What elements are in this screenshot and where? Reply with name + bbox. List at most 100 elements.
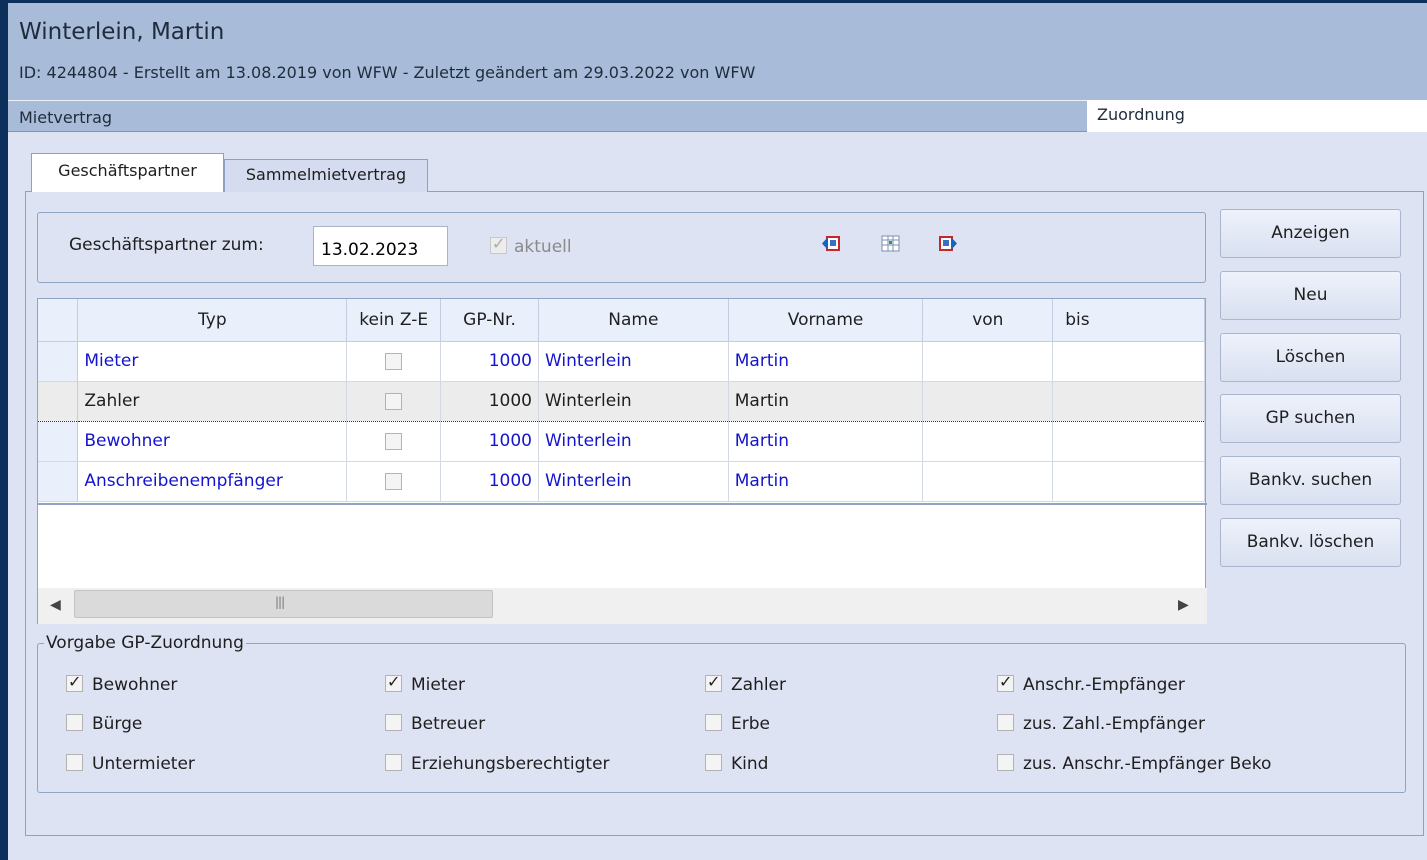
column-header-kein-ze[interactable]: kein Z-E (346, 299, 442, 342)
cell-gp-nr[interactable]: 1000 (440, 421, 539, 462)
column-header-vorname[interactable]: Vorname (728, 299, 924, 342)
option-checkbox[interactable] (66, 672, 83, 692)
option-label: Erziehungsberechtigter (411, 754, 610, 774)
table-row[interactable]: Bewohner 1000 Winterlein Martin (38, 421, 1205, 462)
column-header-bis[interactable]: bis (1052, 299, 1205, 342)
row-indicator[interactable] (38, 421, 79, 462)
bankv-loeschen-button[interactable]: Bankv. löschen (1220, 518, 1401, 567)
cell-gp-nr[interactable]: 1000 (440, 461, 539, 502)
scrollbar-grip-icon: ||| (275, 595, 285, 609)
option-erbe[interactable]: Erbe (705, 714, 770, 734)
row-indicator[interactable] (38, 341, 79, 382)
cell-bis[interactable] (1052, 341, 1205, 382)
option-untermieter[interactable]: Untermieter (66, 754, 195, 774)
scroll-right-icon[interactable]: ▶ (1178, 597, 1189, 613)
cell-bis[interactable] (1052, 461, 1205, 502)
cell-vorname[interactable]: Martin (728, 421, 924, 462)
section-tab-zuordnung[interactable]: Zuordnung (1087, 100, 1427, 132)
option-checkbox[interactable] (997, 672, 1014, 692)
cell-typ[interactable]: Anschreibenempfänger (77, 461, 348, 502)
option-erziehungsberechtigter[interactable]: Erziehungsberechtigter (385, 754, 610, 774)
option-checkbox[interactable] (66, 714, 83, 731)
cell-kein-ze[interactable] (346, 380, 442, 422)
aktuell-checkbox-box[interactable] (490, 234, 507, 254)
option-checkbox[interactable] (385, 672, 402, 692)
option-checkbox[interactable] (997, 754, 1014, 771)
option-zahler[interactable]: Zahler (705, 672, 786, 695)
cell-typ[interactable]: Mieter (77, 341, 348, 382)
option-buerge[interactable]: Bürge (66, 714, 142, 734)
kein-ze-checkbox[interactable] (385, 352, 403, 370)
cell-von[interactable] (922, 421, 1054, 462)
cell-von[interactable] (922, 380, 1054, 422)
section-bar-mietvertrag[interactable]: Mietvertrag (8, 100, 1087, 132)
cell-bis[interactable] (1052, 421, 1205, 462)
option-betreuer[interactable]: Betreuer (385, 714, 485, 734)
row-indicator[interactable] (38, 461, 79, 502)
record-header: Winterlein, Martin ID: 4244804 - Erstell… (8, 3, 1427, 100)
option-checkbox[interactable] (997, 714, 1014, 731)
column-header-typ[interactable]: Typ (77, 299, 348, 342)
option-zus-anschr-empfaenger-beko[interactable]: zus. Anschr.-Empfänger Beko (997, 754, 1271, 774)
cell-bis[interactable] (1052, 380, 1205, 422)
column-header-gp-nr[interactable]: GP-Nr. (440, 299, 539, 342)
partner-grid[interactable]: Typ kein Z-E GP-Nr. Name Vorname von bis… (37, 298, 1207, 624)
option-checkbox[interactable] (385, 714, 402, 731)
tab-geschaeftspartner[interactable]: Geschäftspartner (31, 153, 224, 192)
option-checkbox[interactable] (66, 754, 83, 771)
kein-ze-checkbox[interactable] (385, 432, 403, 450)
cell-vorname[interactable]: Martin (728, 461, 924, 502)
option-checkbox[interactable] (705, 754, 722, 771)
neu-button[interactable]: Neu (1220, 271, 1401, 320)
calendar-grid-icon[interactable] (881, 234, 900, 253)
option-anschr-empfaenger[interactable]: Anschr.-Empfänger (997, 672, 1185, 695)
column-header-von[interactable]: von (922, 299, 1054, 342)
option-mieter[interactable]: Mieter (385, 672, 465, 695)
column-header-name[interactable]: Name (538, 299, 729, 342)
cell-vorname[interactable]: Martin (728, 341, 924, 382)
vorgabe-legend: Vorgabe GP-Zuordnung (44, 633, 246, 653)
scroll-left-icon[interactable]: ◀ (50, 597, 61, 613)
bankv-suchen-button[interactable]: Bankv. suchen (1220, 456, 1401, 505)
cell-kein-ze[interactable] (346, 421, 442, 462)
cell-kein-ze[interactable] (346, 341, 442, 382)
cell-vorname[interactable]: Martin (728, 380, 924, 422)
kein-ze-checkbox[interactable] (385, 392, 403, 410)
loeschen-button[interactable]: Löschen (1220, 333, 1401, 382)
cell-gp-nr[interactable]: 1000 (440, 341, 539, 382)
row-indicator[interactable] (38, 380, 79, 422)
previous-period-icon[interactable] (822, 234, 841, 253)
tab-label: Sammelmietvertrag (245, 165, 407, 184)
horizontal-scrollbar[interactable]: ◀ ||| ▶ (38, 588, 1207, 624)
cell-gp-nr[interactable]: 1000 (440, 380, 539, 422)
option-checkbox[interactable] (705, 714, 722, 731)
option-zus-zahl-empfaenger[interactable]: zus. Zahl.-Empfänger (997, 714, 1205, 734)
date-field[interactable] (313, 226, 448, 266)
cell-von[interactable] (922, 461, 1054, 502)
table-row-selected[interactable]: Zahler 1000 Winterlein Martin (38, 380, 1205, 422)
anzeigen-button[interactable]: Anzeigen (1220, 209, 1401, 258)
option-checkbox[interactable] (705, 672, 722, 692)
cell-name[interactable]: Winterlein (538, 421, 729, 462)
scrollbar-thumb[interactable]: ||| (74, 590, 493, 618)
kein-ze-checkbox[interactable] (385, 472, 403, 490)
gp-suchen-button[interactable]: GP suchen (1220, 394, 1401, 443)
cell-typ[interactable]: Zahler (77, 380, 348, 422)
record-subtitle: ID: 4244804 - Erstellt am 13.08.2019 von… (19, 63, 756, 82)
option-bewohner[interactable]: Bewohner (66, 672, 177, 695)
cell-kein-ze[interactable] (346, 461, 442, 502)
tab-sammelmietvertrag[interactable]: Sammelmietvertrag (224, 159, 428, 192)
option-label: Bürge (92, 714, 143, 734)
aktuell-checkbox[interactable]: aktuell (490, 234, 572, 257)
option-label: Untermieter (92, 754, 195, 774)
option-kind[interactable]: Kind (705, 754, 768, 774)
next-period-icon[interactable] (938, 234, 957, 253)
cell-typ[interactable]: Bewohner (77, 421, 348, 462)
cell-name[interactable]: Winterlein (538, 380, 729, 422)
table-row[interactable]: Anschreibenempfänger 1000 Winterlein Mar… (38, 461, 1205, 502)
cell-name[interactable]: Winterlein (538, 341, 729, 382)
table-row[interactable]: Mieter 1000 Winterlein Martin (38, 341, 1205, 382)
cell-von[interactable] (922, 341, 1054, 382)
option-checkbox[interactable] (385, 754, 402, 771)
cell-name[interactable]: Winterlein (538, 461, 729, 502)
